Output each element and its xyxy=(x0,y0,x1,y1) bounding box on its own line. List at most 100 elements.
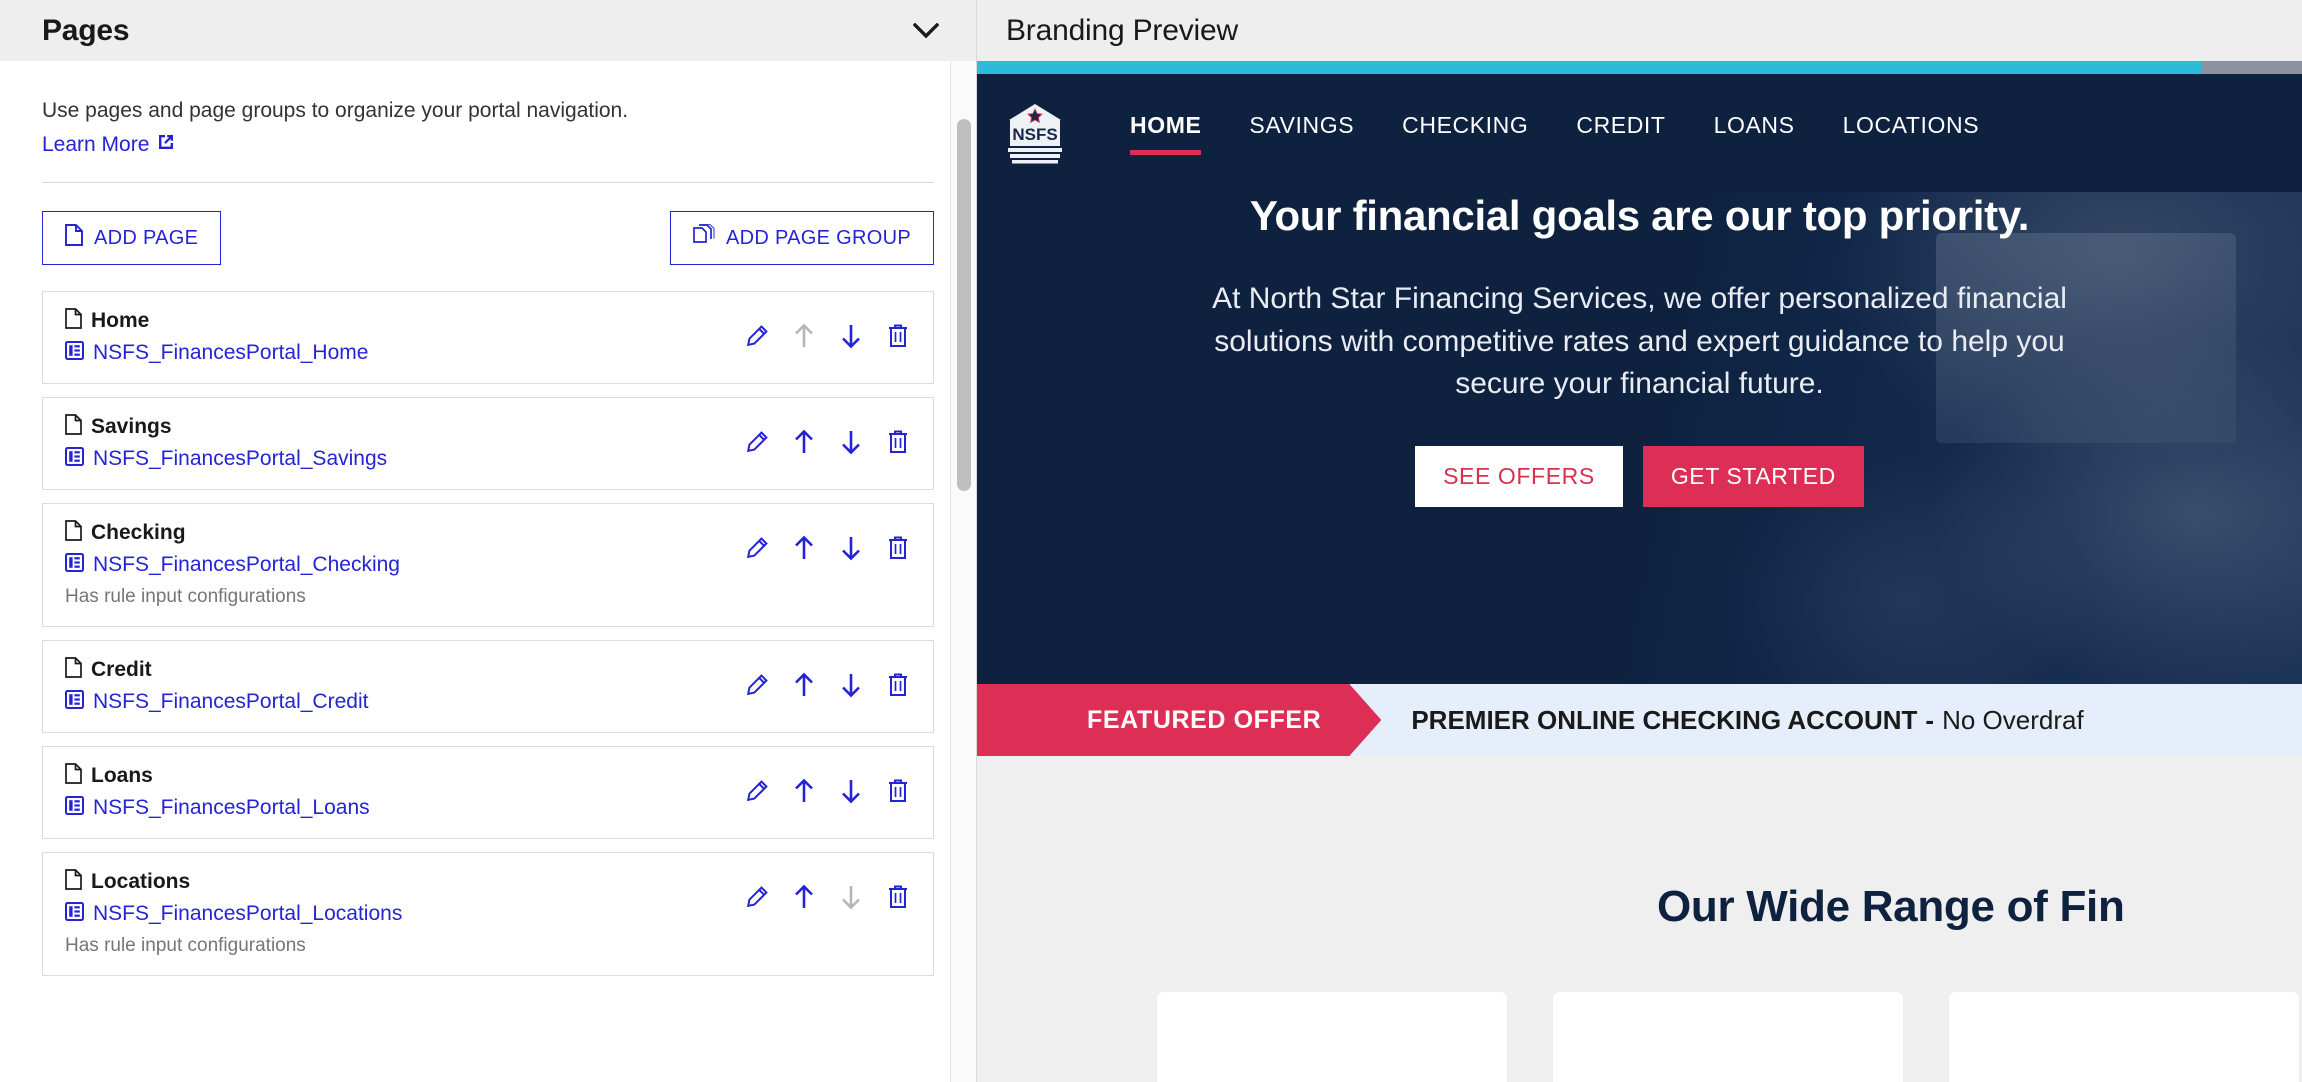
pages-panel-body: Use pages and page groups to organize yo… xyxy=(0,61,976,1082)
hero-body: At North Star Financing Services, we off… xyxy=(1212,282,2067,401)
arrow-down-icon[interactable] xyxy=(838,322,864,350)
site-nav-link-savings[interactable]: SAVINGS xyxy=(1225,112,1378,155)
arrow-up-icon[interactable] xyxy=(791,777,817,805)
site-nav-link-credit[interactable]: CREDIT xyxy=(1552,112,1689,155)
page-list-item[interactable]: Credit NSFS_FinancesPortal_Credit xyxy=(42,640,934,734)
brand-accent-fill xyxy=(977,61,2201,74)
get-started-button[interactable]: GET STARTED xyxy=(1642,445,1864,507)
service-card[interactable] xyxy=(1157,992,1507,1082)
service-card[interactable] xyxy=(1553,992,1903,1082)
page-reference-icon xyxy=(65,553,84,577)
page-item-link[interactable]: NSFS_FinancesPortal_Loans xyxy=(93,796,370,820)
pages-panel: Pages Use pages and page groups to organ… xyxy=(0,0,977,1082)
page-item-link[interactable]: NSFS_FinancesPortal_Locations xyxy=(93,902,402,926)
add-page-button[interactable]: ADD PAGE xyxy=(42,211,222,266)
hero-buttons: SEE OFFERS GET STARTED xyxy=(977,445,2302,507)
page-item-actions xyxy=(744,763,911,805)
branding-preview-header: Branding Preview xyxy=(977,0,2302,61)
page-document-icon xyxy=(65,414,82,440)
edit-pencil-icon[interactable] xyxy=(744,428,770,456)
arrow-up-icon[interactable] xyxy=(791,428,817,456)
page-item-link-row: NSFS_FinancesPortal_Home xyxy=(65,341,728,365)
site-nav-links: HOME SAVINGS CHECKING CREDIT LOANS LOCATIONS xyxy=(1106,112,2003,155)
arrow-down-icon[interactable] xyxy=(838,671,864,699)
service-card[interactable] xyxy=(1949,992,2299,1082)
trash-icon[interactable] xyxy=(885,322,911,350)
chevron-down-icon[interactable] xyxy=(906,11,946,51)
edit-pencil-icon[interactable] xyxy=(744,671,770,699)
page-list-item[interactable]: Savings NSFS_FinancesPortal_Savings xyxy=(42,397,934,491)
trash-icon[interactable] xyxy=(885,428,911,456)
site-nav-link-checking[interactable]: CHECKING xyxy=(1378,112,1552,155)
featured-offer-headline: PREMIER ONLINE CHECKING ACCOUNT xyxy=(1411,704,1918,735)
page-item-link[interactable]: NSFS_FinancesPortal_Savings xyxy=(93,447,387,471)
arrow-up-icon[interactable] xyxy=(791,671,817,699)
arrow-up-icon[interactable] xyxy=(791,883,817,911)
arrow-down-icon[interactable] xyxy=(838,534,864,562)
page-item-info: Checking NSFS_FinancesPortal_Checking Has … xyxy=(65,520,728,608)
page-item-name: Checking xyxy=(91,521,186,545)
add-page-group-label: ADD PAGE GROUP xyxy=(726,226,911,249)
trash-icon[interactable] xyxy=(885,671,911,699)
page-item-name-row: Credit xyxy=(65,657,728,683)
page-list-item[interactable]: Home NSFS_FinancesPortal_Home xyxy=(42,291,934,385)
svg-text:NSFS: NSFS xyxy=(1012,125,1057,144)
pages-scrollbar[interactable] xyxy=(950,61,976,1082)
page-item-link-row: NSFS_FinancesPortal_Locations xyxy=(65,902,728,926)
trash-icon[interactable] xyxy=(885,883,911,911)
pages-scrollbar-thumb[interactable] xyxy=(957,119,971,491)
page-item-actions xyxy=(744,520,911,562)
pages-stack-icon xyxy=(693,224,715,252)
learn-more-label: Learn More xyxy=(42,133,150,157)
page-item-note: Has rule input configurations xyxy=(65,935,306,957)
hero-content: Your financial goals are our top priorit… xyxy=(977,192,2302,507)
page-list-item[interactable]: Locations NSFS_FinancesPortal_Locations Ha… xyxy=(42,852,934,977)
page-item-name: Savings xyxy=(91,415,172,439)
page-list-item[interactable]: Loans NSFS_FinancesPortal_Loans xyxy=(42,746,934,840)
edit-pencil-icon[interactable] xyxy=(744,322,770,350)
learn-more-link[interactable]: Learn More xyxy=(42,132,176,158)
page-item-link-row: NSFS_FinancesPortal_Checking xyxy=(65,553,728,577)
site-nav-link-home[interactable]: HOME xyxy=(1106,112,1225,155)
trash-icon[interactable] xyxy=(885,534,911,562)
page-item-name: Locations xyxy=(91,870,191,894)
arrow-up-icon[interactable] xyxy=(791,534,817,562)
featured-offer-tag: FEATURED OFFER xyxy=(977,684,1381,756)
featured-offer-band: FEATURED OFFER PREMIER ONLINE CHECKING A… xyxy=(977,684,2302,756)
see-offers-button[interactable]: SEE OFFERS xyxy=(1415,445,1623,507)
featured-offer-detail: No Overdraf xyxy=(1942,704,2084,735)
external-link-icon xyxy=(156,132,176,158)
arrow-down-icon xyxy=(838,883,864,911)
page-item-note: Has rule input configurations xyxy=(65,586,306,608)
page-item-name-row: Home xyxy=(65,308,728,334)
services-section: Our Wide Range of Fin xyxy=(977,756,2302,1082)
site-nav-link-locations[interactable]: LOCATIONS xyxy=(1819,112,2004,155)
add-page-group-button[interactable]: ADD PAGE GROUP xyxy=(670,211,934,266)
page-item-link-row: NSFS_FinancesPortal_Credit xyxy=(65,690,728,714)
page-list-item[interactable]: Checking NSFS_FinancesPortal_Checking Has … xyxy=(42,503,934,628)
branding-preview-title: Branding Preview xyxy=(1006,13,1238,47)
site-navbar: NSFS HOME SAVINGS CHECKING CREDIT LOANS LOCAT… xyxy=(977,74,2302,192)
edit-pencil-icon[interactable] xyxy=(744,777,770,805)
page-item-info: Locations NSFS_FinancesPortal_Locations Ha… xyxy=(65,869,728,957)
page-item-info: Loans NSFS_FinancesPortal_Loans xyxy=(65,763,728,820)
edit-pencil-icon[interactable] xyxy=(744,534,770,562)
page-item-info: Credit NSFS_FinancesPortal_Credit xyxy=(65,657,728,714)
trash-icon[interactable] xyxy=(885,777,911,805)
hero-headline: Your financial goals are our top priorit… xyxy=(1249,192,2030,239)
arrow-down-icon[interactable] xyxy=(838,428,864,456)
pages-intro: Use pages and page groups to organize yo… xyxy=(42,61,934,184)
edit-pencil-icon[interactable] xyxy=(744,883,770,911)
page-item-link[interactable]: NSFS_FinancesPortal_Credit xyxy=(93,690,368,714)
page-item-info: Savings NSFS_FinancesPortal_Savings xyxy=(65,414,728,471)
page-item-name-row: Locations xyxy=(65,869,728,895)
services-cards xyxy=(977,932,2302,1082)
page-reference-icon xyxy=(65,796,84,820)
page-item-link[interactable]: NSFS_FinancesPortal_Home xyxy=(93,341,368,365)
preview-site: NSFS HOME SAVINGS CHECKING CREDIT LOANS LOCAT… xyxy=(977,74,2302,1082)
add-page-label: ADD PAGE xyxy=(94,226,199,249)
site-nav-link-loans[interactable]: LOANS xyxy=(1690,112,1819,155)
arrow-down-icon[interactable] xyxy=(838,777,864,805)
page-item-link[interactable]: NSFS_FinancesPortal_Checking xyxy=(93,553,400,577)
page-item-info: Home NSFS_FinancesPortal_Home xyxy=(65,308,728,365)
